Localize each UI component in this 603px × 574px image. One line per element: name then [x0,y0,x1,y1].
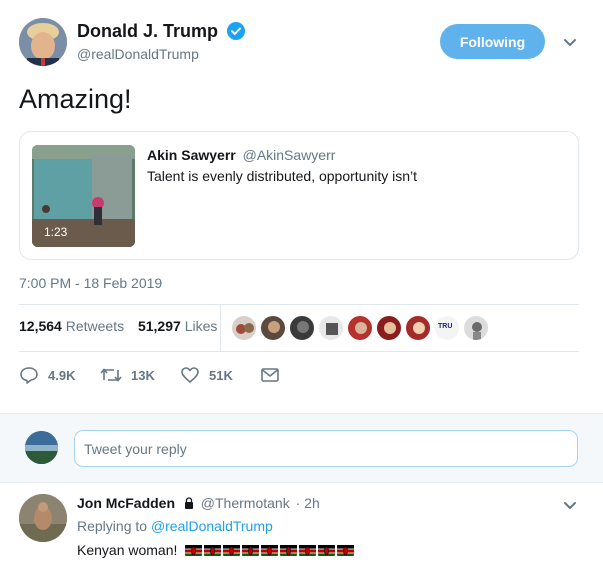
kenya-flag-icon [299,544,317,556]
author-name[interactable]: Donald J. Trump [77,21,218,41]
kenya-flag-icon [204,544,222,556]
reply-author[interactable]: Jon McFadden @Thermotank · 2h [77,495,320,511]
kenya-flag-icon [242,544,260,556]
chevron-down-icon[interactable] [562,497,578,513]
kenya-flag-icon [261,544,279,556]
quoted-author-name: Akin Sawyerr [147,147,236,163]
likes-stat[interactable]: 51,297 Likes [138,318,217,334]
reply-text: Kenyan woman! [77,542,178,558]
reply-text-row: Kenyan woman! [77,542,356,558]
retweet-count: 13K [131,367,155,383]
reply-action[interactable]: 4.9K [19,364,75,386]
flag-emojis [185,544,356,556]
likes-count: 51,297 [137,318,181,334]
liker-avatar[interactable] [318,315,344,341]
quoted-tweet[interactable]: 1:23 Akin Sawyerr @AkinSawyerr Talent is… [19,131,579,260]
author-name-row[interactable]: Donald J. Trump [77,21,246,42]
liker-avatar[interactable] [405,315,431,341]
tweet-timestamp[interactable]: 7:00 PM - 18 Feb 2019 [19,275,162,291]
reply-time[interactable]: · 2h [296,495,320,511]
envelope-icon [261,368,279,382]
replying-to-link[interactable]: @realDonaldTrump [151,518,273,534]
tweet-text: Amazing! [19,84,132,114]
kenya-flag-icon [223,544,241,556]
video-thumbnail[interactable]: 1:23 [32,145,135,247]
liker-avatar[interactable] [289,315,315,341]
liker-avatar[interactable]: TRU [434,315,460,341]
liker-avatar[interactable] [231,315,257,341]
direct-message-action[interactable] [260,364,289,386]
reply-count: 4.9K [48,367,76,383]
liker-avatar[interactable] [376,315,402,341]
kenya-flag-icon [318,544,336,556]
heart-icon [181,367,199,383]
like-action[interactable]: 51K [180,364,233,386]
likes-label: Likes [184,318,218,334]
reply-composer [0,413,603,483]
reply-tweet[interactable]: Jon McFadden @Thermotank · 2h Replying t… [0,484,603,574]
quoted-author: Akin Sawyerr @AkinSawyerr [147,147,335,163]
liker-badge-text: TRU [438,323,453,330]
retweet-action[interactable]: 13K [100,364,155,386]
replying-to-label: Replying to [77,518,148,534]
liker-avatar[interactable] [463,315,489,341]
replying-to: Replying to @realDonaldTrump [77,518,273,534]
reply-input[interactable] [74,430,578,467]
retweets-count: 12,564 [19,318,62,334]
kenya-flag-icon [280,544,298,556]
reply-icon [20,367,38,384]
retweets-stat[interactable]: 12,564 Retweets [19,318,128,334]
video-duration: 1:23 [44,225,68,239]
liker-avatar[interactable] [260,315,286,341]
reply-author-avatar[interactable] [19,494,67,542]
quoted-author-handle: @AkinSawyerr [242,147,336,163]
quoted-tweet-text: Talent is evenly distributed, opportunit… [147,168,418,184]
divider [19,304,579,305]
verified-badge-icon [227,22,246,40]
like-count: 51K [209,367,233,383]
lock-icon [183,496,195,509]
stats-divider [220,305,221,351]
following-button[interactable]: Following [440,24,545,59]
reply-author-handle[interactable]: @Thermotank [201,495,290,511]
chevron-down-icon[interactable] [562,34,578,50]
kenya-flag-icon [337,544,355,556]
retweet-icon [100,368,122,382]
tweet-stats: 12,564 Retweets 51,297 Likes [19,318,227,334]
divider [19,351,579,352]
retweets-label: Retweets [65,318,125,334]
reply-author-name[interactable]: Jon McFadden [77,495,175,511]
author-handle[interactable]: @realDonaldTrump [77,46,199,62]
liker-avatar[interactable] [347,315,373,341]
kenya-flag-icon [185,544,203,556]
current-user-avatar[interactable] [25,431,58,464]
author-avatar[interactable] [19,18,67,66]
